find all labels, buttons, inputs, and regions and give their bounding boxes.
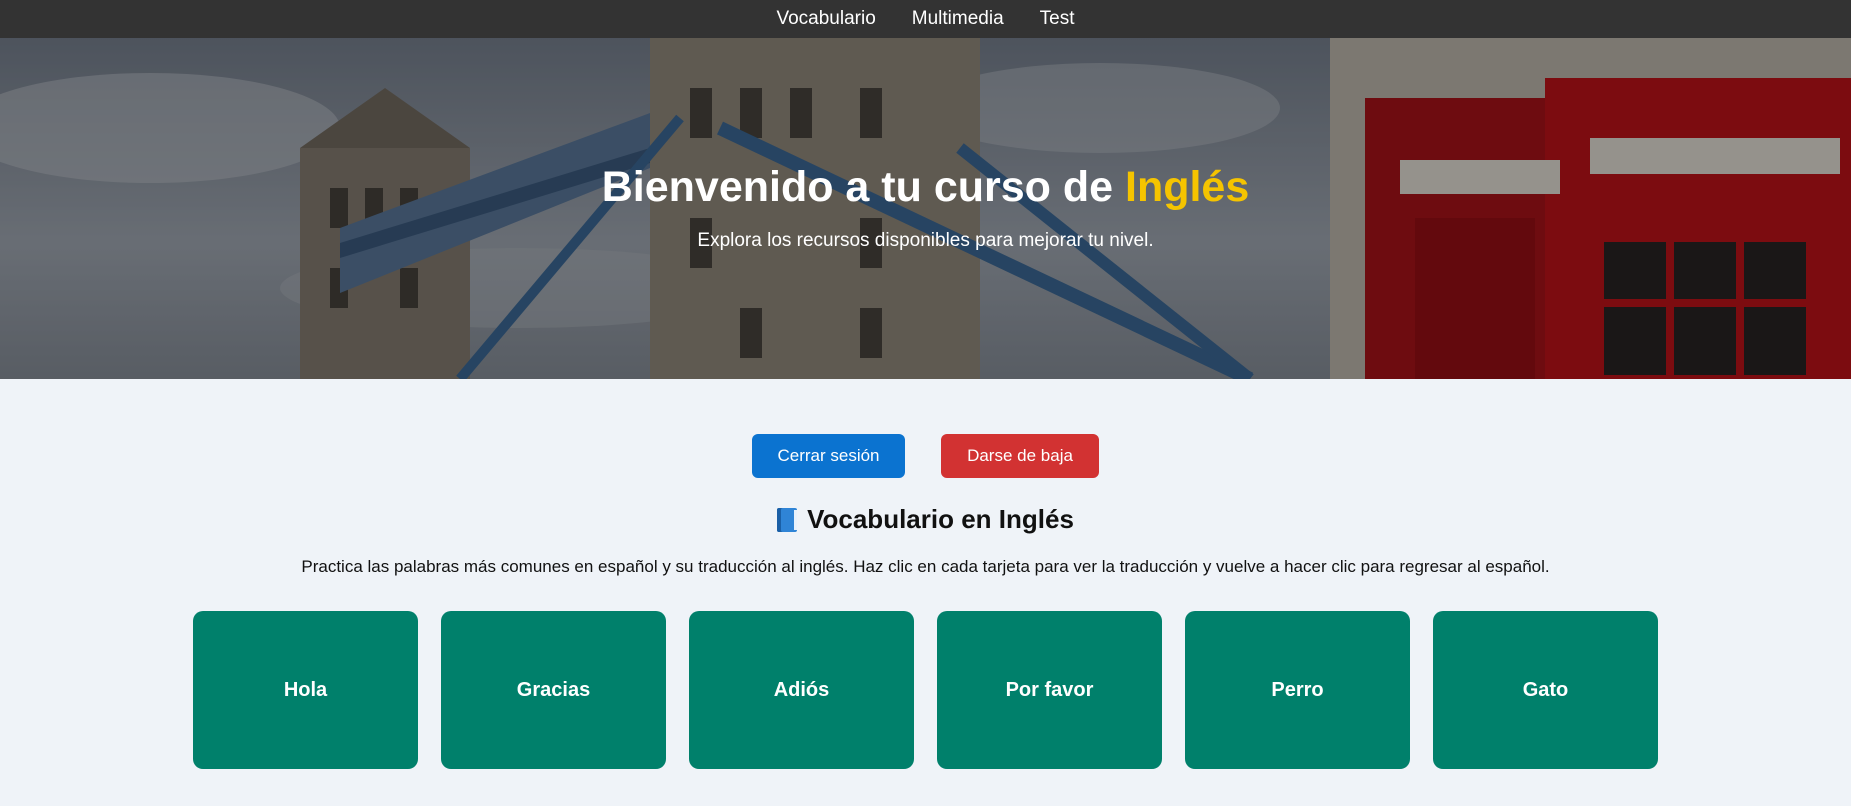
flashcard-grid: Hola Gracias Adiós Por favor Perro Gato — [0, 611, 1851, 769]
nav-link-vocabulario[interactable]: Vocabulario — [776, 8, 875, 30]
nav-link-test[interactable]: Test — [1040, 8, 1075, 30]
unsubscribe-button[interactable]: Darse de baja — [941, 434, 1099, 478]
section-description: Practica las palabras más comunes en esp… — [301, 557, 1550, 576]
flashcard[interactable]: Adiós — [689, 611, 914, 769]
main-content: Cerrar sesión Darse de baja Vocabulario … — [0, 379, 1851, 769]
hero-content: Bienvenido a tu curso de Inglés Explora … — [0, 38, 1851, 252]
hero-title: Bienvenido a tu curso de Inglés — [0, 38, 1851, 211]
flashcard-word: Gato — [1522, 678, 1569, 701]
flashcard-word: Por favor — [1005, 678, 1094, 701]
hero-subtitle: Explora los recursos disponibles para me… — [697, 230, 1154, 252]
flashcard[interactable]: Por favor — [937, 611, 1162, 769]
flashcard-word: Perro — [1271, 678, 1324, 701]
book-icon — [777, 507, 798, 532]
flashcard[interactable]: Gracias — [441, 611, 666, 769]
logout-button[interactable]: Cerrar sesión — [752, 434, 905, 478]
hero-title-accent: Inglés — [1125, 163, 1250, 211]
flashcard-word: Adiós — [773, 678, 830, 701]
section-title: Vocabulario en Inglés — [0, 504, 1851, 535]
nav-link-multimedia[interactable]: Multimedia — [912, 8, 1004, 30]
flashcard[interactable]: Gato — [1433, 611, 1658, 769]
flashcard[interactable]: Perro — [1185, 611, 1410, 769]
top-navbar: Vocabulario Multimedia Test — [0, 0, 1851, 38]
account-actions: Cerrar sesión Darse de baja — [0, 379, 1851, 478]
flashcard[interactable]: Hola — [193, 611, 418, 769]
hero-banner: Bienvenido a tu curso de Inglés Explora … — [0, 38, 1851, 379]
hero-title-prefix: Bienvenido a tu curso de — [601, 163, 1125, 211]
flashcard-word: Hola — [283, 678, 328, 701]
section-title-text: Vocabulario en Inglés — [807, 504, 1074, 534]
flashcard-word: Gracias — [516, 678, 591, 701]
